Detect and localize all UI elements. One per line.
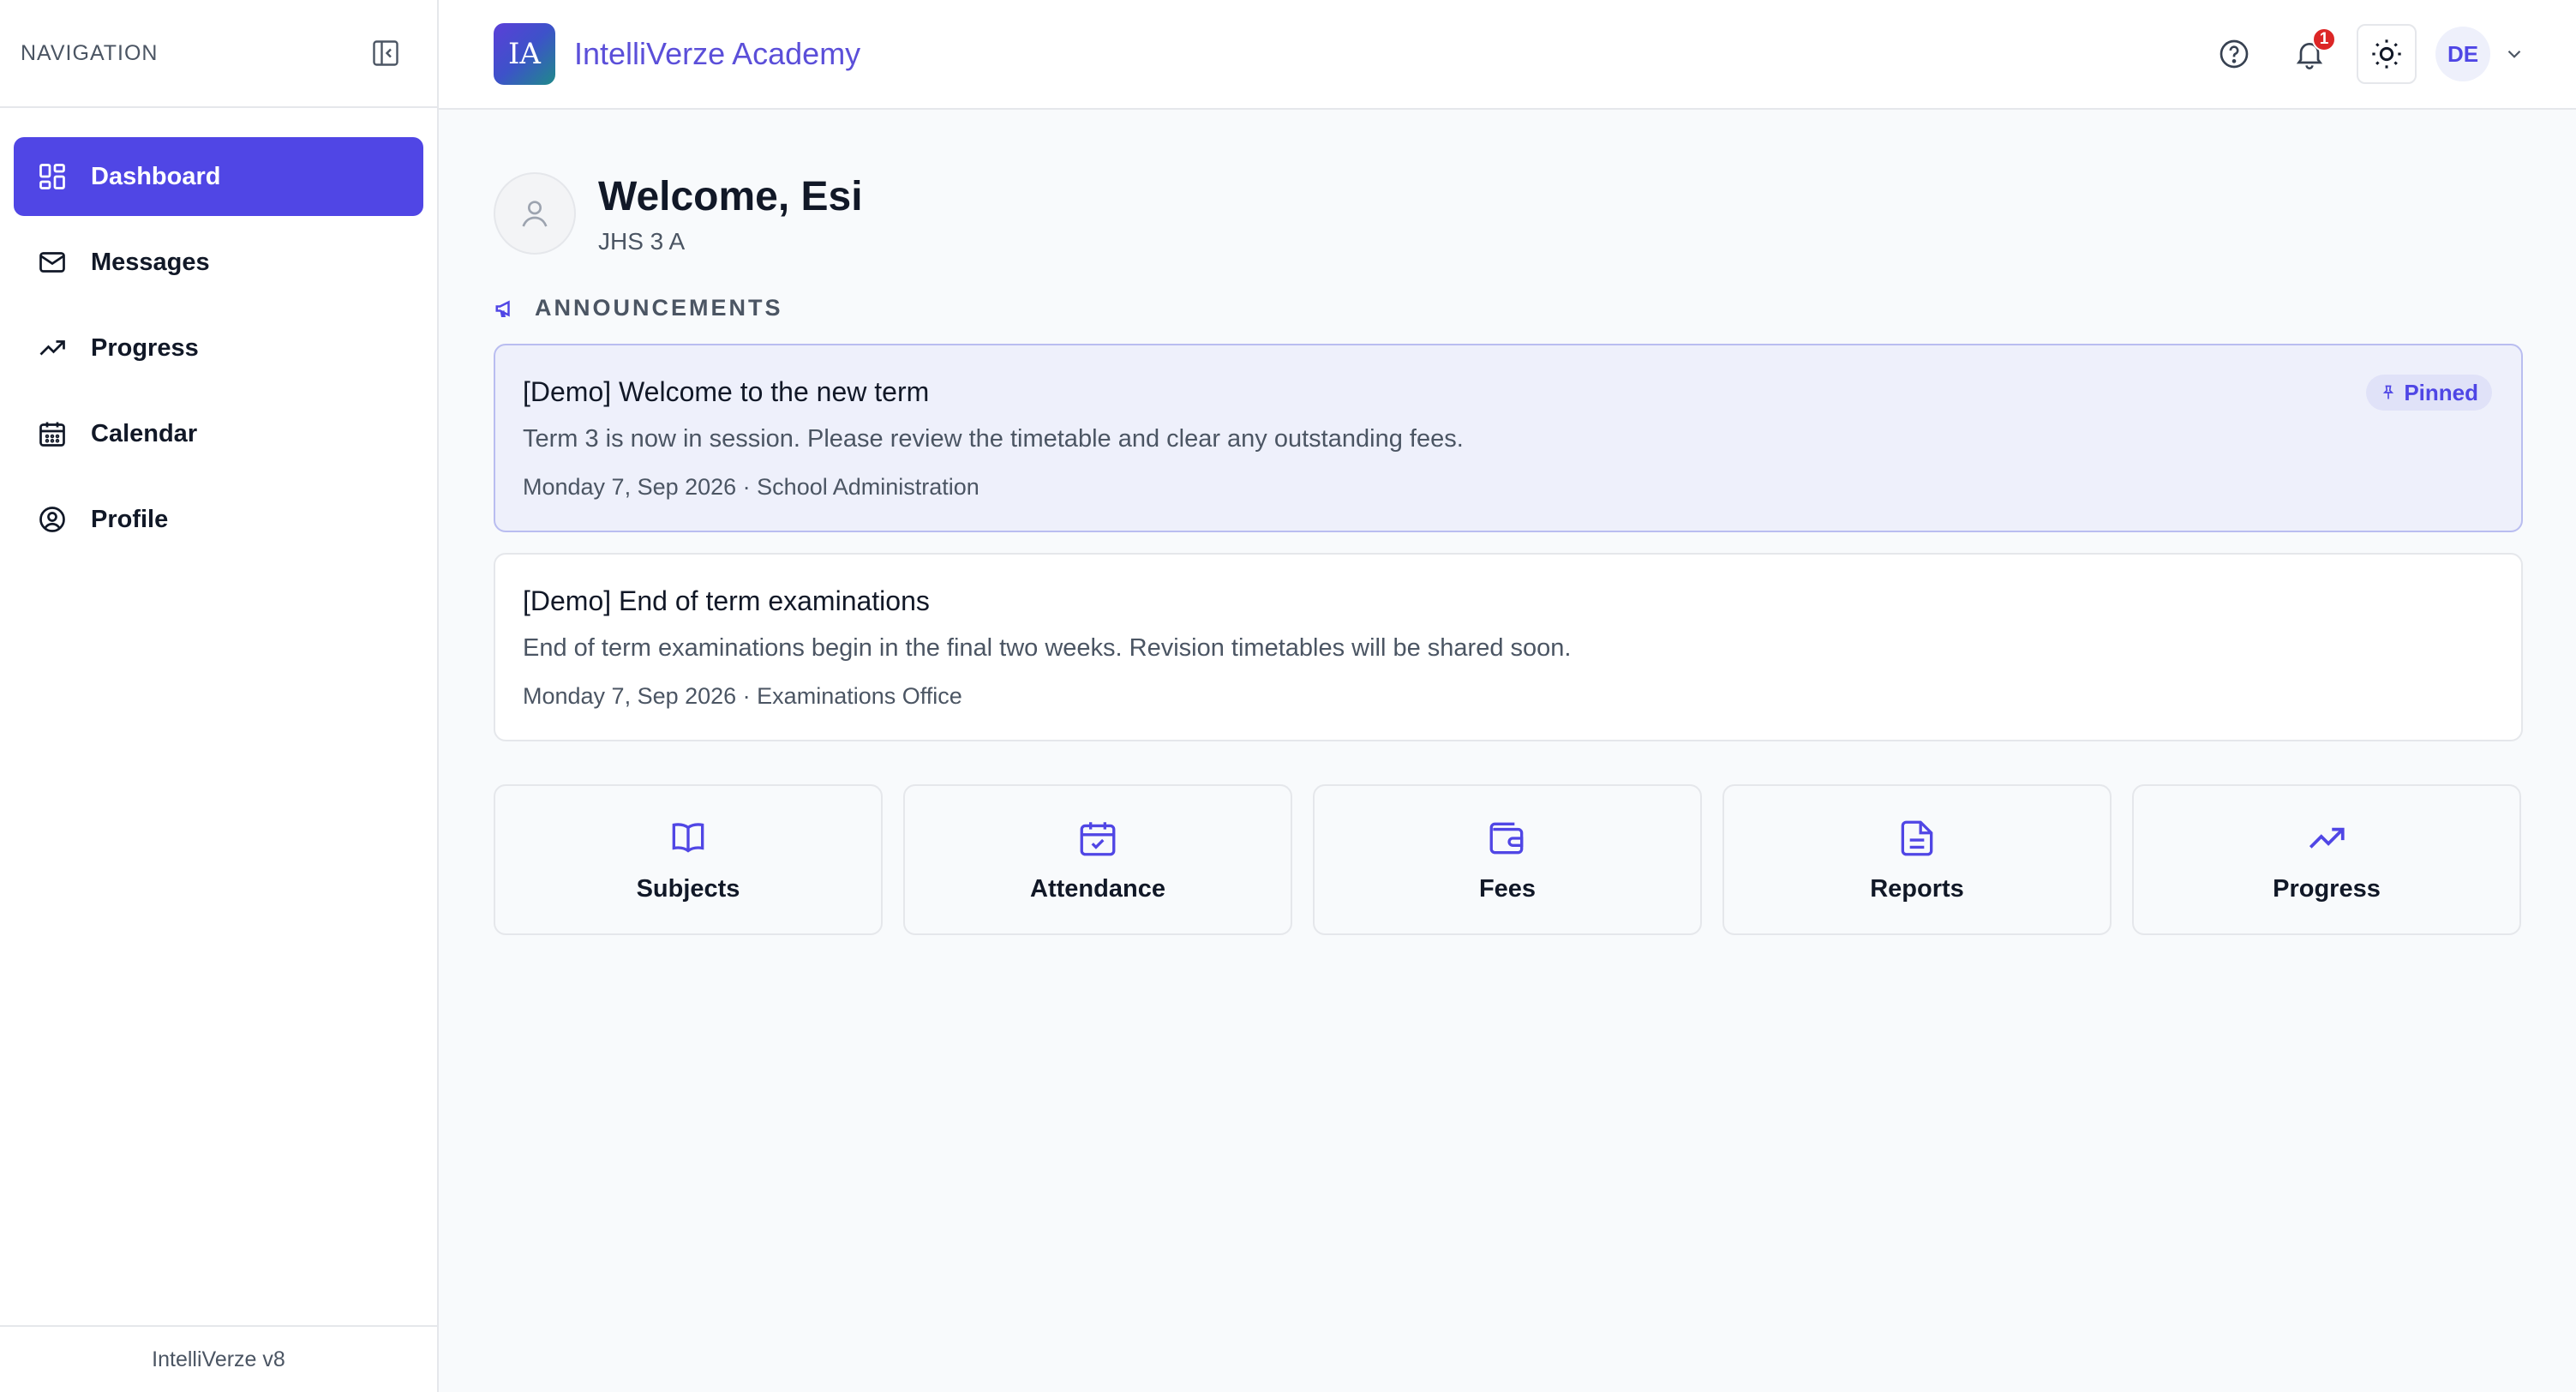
pinned-label: Pinned: [2404, 379, 2478, 405]
app-name: IntelliVerze Academy: [574, 36, 861, 71]
quick-link-label: Attendance: [1030, 874, 1165, 903]
theme-toggle-button[interactable]: [2357, 24, 2417, 84]
announcements-header: ANNOUNCEMENTS: [494, 295, 2523, 321]
calendar-icon: [36, 417, 69, 450]
sidebar-item-label: Dashboard: [91, 162, 221, 190]
announcement-meta: Monday 7, Sep 2026 · Examinations Office: [523, 683, 962, 709]
brand[interactable]: IA IntelliVerze Academy: [494, 23, 860, 85]
announcement-meta: Monday 7, Sep 2026 · School Administrati…: [523, 474, 979, 500]
sidebar-item-label: Profile: [91, 505, 169, 533]
pin-icon: [2383, 385, 2394, 399]
announcement-card[interactable]: [Demo] Welcome to the new term Term 3 is…: [494, 344, 2523, 532]
quick-link-subjects[interactable]: Subjects: [494, 784, 883, 935]
sidebar-item-progress[interactable]: Progress: [14, 309, 423, 387]
main-content: Welcome, Esi JHS 3 A ANNOUNCEMENTS [Demo…: [494, 110, 2523, 935]
sidebar-item-profile[interactable]: Profile: [14, 480, 423, 559]
welcome-section: Welcome, Esi JHS 3 A: [494, 171, 2523, 255]
announcement-card[interactable]: [Demo] End of term examinations End of t…: [494, 553, 2523, 741]
sidebar-item-label: Calendar: [91, 419, 198, 447]
book-icon: [672, 822, 704, 853]
collapse-sidebar-icon[interactable]: [368, 36, 403, 70]
user-icon: [522, 201, 548, 227]
student-class: JHS 3 A: [598, 228, 686, 255]
help-icon[interactable]: [2206, 26, 2262, 82]
quick-link-label: Progress: [2273, 874, 2381, 903]
notifications-button[interactable]: 1: [2281, 26, 2338, 82]
calendar-check-icon: [1080, 821, 1116, 855]
sidebar: NAVIGATION Dashboard Messages Progress C…: [0, 0, 439, 1392]
sidebar-item-label: Messages: [91, 248, 210, 276]
announcement-title: [Demo] End of term examinations: [523, 585, 930, 616]
sidebar-footer: IntelliVerze v8: [0, 1325, 437, 1392]
user-circle-icon: [36, 503, 69, 536]
sidebar-title: NAVIGATION: [21, 40, 159, 65]
user-avatar[interactable]: DE: [2435, 27, 2490, 81]
sun-icon: [2372, 39, 2401, 69]
header-actions: 1 DE: [2187, 24, 2526, 84]
sidebar-item-calendar[interactable]: Calendar: [14, 394, 423, 473]
announcements-title: ANNOUNCEMENTS: [535, 295, 783, 321]
dashboard-icon: [36, 160, 69, 193]
trending-up-icon: [2309, 827, 2345, 849]
trending-up-icon: [36, 332, 69, 364]
sidebar-item-label: Progress: [91, 333, 199, 362]
quick-link-reports[interactable]: Reports: [1722, 784, 2112, 935]
announcement-body: Term 3 is now in session. Please review …: [523, 425, 1464, 453]
quick-link-label: Reports: [1870, 874, 1964, 903]
sidebar-item-messages[interactable]: Messages: [14, 223, 423, 302]
sidebar-header: NAVIGATION: [0, 0, 437, 108]
top-header: IA IntelliVerze Academy 1 DE: [439, 0, 2576, 110]
notification-badge: 1: [2312, 27, 2336, 51]
sidebar-nav: Dashboard Messages Progress Calendar Pro…: [0, 108, 437, 559]
chevron-down-icon[interactable]: [2502, 42, 2526, 66]
document-icon: [1901, 820, 1933, 855]
sidebar-item-dashboard[interactable]: Dashboard: [14, 137, 423, 216]
mail-icon: [36, 246, 69, 279]
quick-link-progress[interactable]: Progress: [2132, 784, 2521, 935]
student-avatar: [494, 172, 576, 255]
quick-link-fees[interactable]: Fees: [1313, 784, 1702, 935]
pinned-badge: Pinned: [2366, 375, 2492, 411]
welcome-heading: Welcome, Esi: [598, 174, 863, 219]
announcement-title: [Demo] Welcome to the new term: [523, 376, 930, 407]
quick-link-attendance[interactable]: Attendance: [903, 784, 1292, 935]
app-logo: IA: [494, 23, 555, 85]
quick-link-label: Fees: [1478, 874, 1537, 903]
quick-link-label: Subjects: [636, 874, 740, 903]
welcome-text: Welcome, Esi JHS 3 A: [598, 171, 863, 255]
megaphone-icon: [495, 299, 510, 317]
wallet-icon: [1489, 822, 1524, 854]
quick-links: Subjects Attendance Fees Reports Progres…: [494, 784, 2523, 935]
announcement-body: End of term examinations begin in the fi…: [523, 634, 1572, 662]
